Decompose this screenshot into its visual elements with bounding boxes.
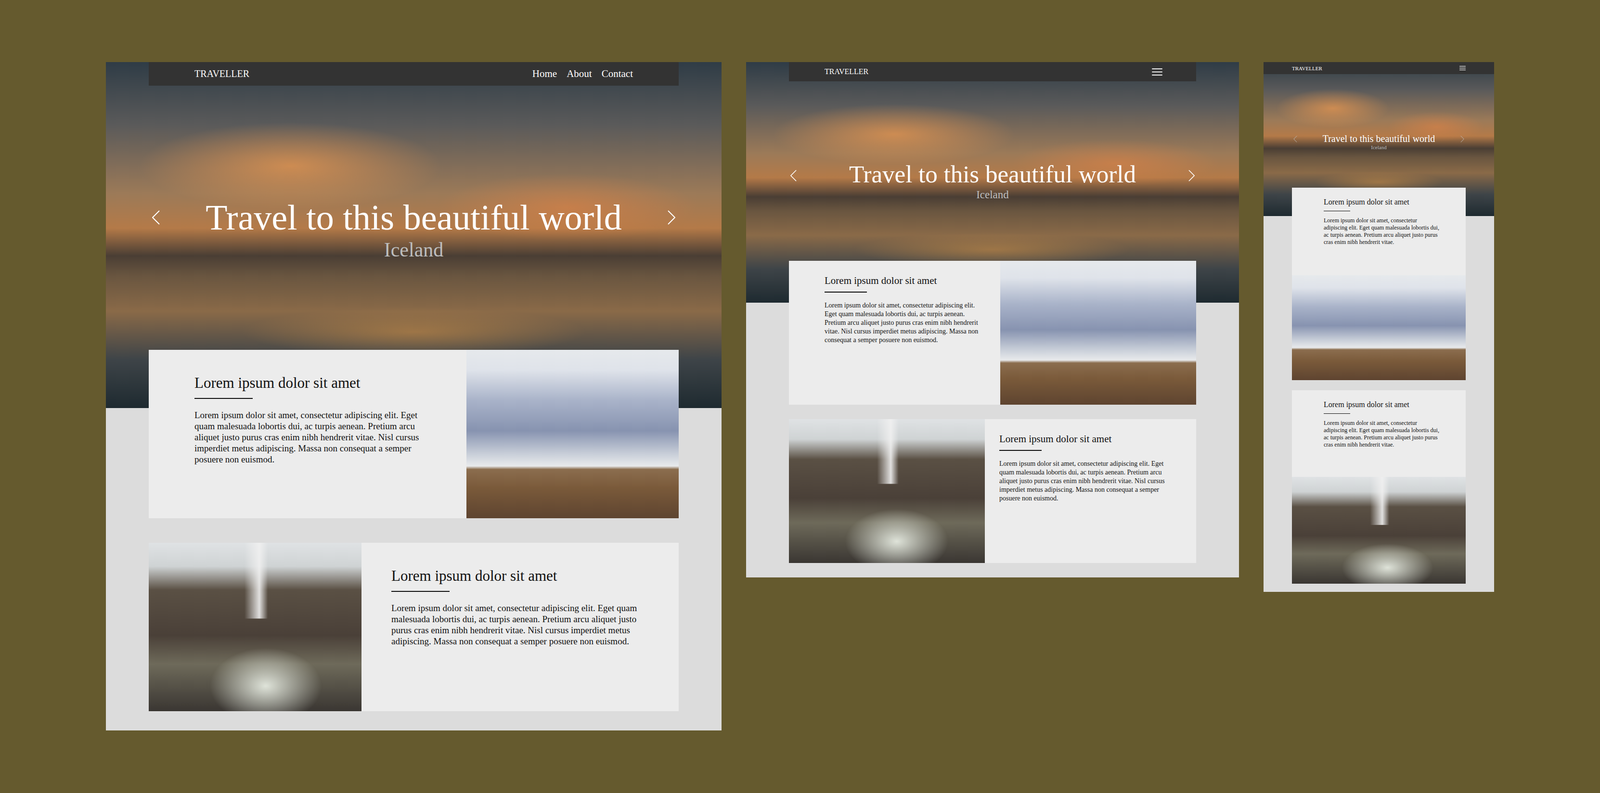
hamburger-menu-icon[interactable] [1151, 68, 1163, 76]
chevron-right-icon[interactable] [1188, 169, 1195, 182]
card-body: Lorem ipsum dolor sit amet, consectetur … [824, 301, 983, 345]
title-underline [999, 450, 1042, 452]
hero-slider: Travel to this beautiful worldIceland [105, 85, 722, 261]
card-text: Lorem ipsum dolor sit amet Lorem ipsum do… [1291, 390, 1466, 478]
card-body: Lorem ipsum dolor sit amet, consectetur … [999, 459, 1179, 504]
mountain-photo [1000, 260, 1197, 405]
title-underline [391, 591, 450, 593]
article-card: Lorem ipsum dolor sit amet Lorem ipsum do… [1291, 390, 1466, 584]
mockup-canvas: TRAVELLER Home About Contact Travel to this … [0, 0, 1600, 793]
logo[interactable]: TRAVELLER [824, 67, 869, 77]
card-title: Lorem ipsum dolor sit amet [194, 374, 438, 393]
content: Lorem ipsum dolor sit amet Lorem ipsum do… [148, 349, 679, 731]
nav-link[interactable]: About [566, 67, 593, 80]
hero-text: Travel to this beautiful worldIceland [796, 160, 1189, 202]
waterfall-photo [1291, 477, 1466, 584]
hero-text: Travel to this beautiful worldIceland [1297, 133, 1461, 151]
hero-subtitle: Iceland [384, 238, 444, 261]
article-card: Lorem ipsum dolor sit amet Lorem ipsum do… [1291, 187, 1466, 381]
title-underline [824, 291, 867, 293]
card-text: Lorem ipsum dolor sit amet Lorem ipsum do… [788, 260, 1001, 405]
nav-link[interactable]: Home [532, 67, 557, 80]
hero-text: Travel to this beautiful worldIceland [159, 196, 668, 261]
card-text: Lorem ipsum dolor sit amet Lorem ipsum do… [148, 349, 467, 519]
hero-title: Travel to this beautiful world [205, 196, 622, 239]
nav-links: Home About Contact [532, 67, 633, 80]
article-card: Lorem ipsum dolor sit amet Lorem ipsum do… [148, 542, 679, 712]
chevron-left-icon[interactable] [152, 210, 160, 225]
hero-slider: Travel to this beautiful worldIceland [746, 81, 1239, 202]
logo[interactable]: TRAVELLER [194, 68, 250, 80]
title-underline [1323, 413, 1351, 414]
page-frame: TRAVELLER Travel to this beautiful worldI… [1263, 62, 1495, 593]
article-card: Lorem ipsum dolor sit amet Lorem ipsum do… [148, 349, 679, 519]
nav-bar: TRAVELLER Home About Contact [148, 62, 679, 86]
page-frame: TRAVELLER Home About Contact Travel to this … [105, 62, 722, 731]
hero-slider: Travel to this beautiful worldIceland [1263, 74, 1495, 151]
card-text: Lorem ipsum dolor sit amet Lorem ipsum do… [984, 419, 1197, 564]
card-title: Lorem ipsum dolor sit amet [1323, 197, 1442, 207]
card-text: Lorem ipsum dolor sit amet Lorem ipsum do… [361, 542, 679, 712]
content: Lorem ipsum dolor sit amet Lorem ipsum do… [1291, 187, 1466, 593]
page-frame: TRAVELLER Travel to this beautiful worldI… [746, 62, 1239, 578]
card-body: Lorem ipsum dolor sit amet, consectetur … [194, 409, 438, 465]
waterfall-photo [788, 419, 985, 564]
title-underline [1323, 210, 1351, 212]
mountain-photo [1291, 275, 1466, 381]
hero-subtitle: Iceland [1370, 144, 1387, 151]
chevron-right-icon[interactable] [667, 210, 676, 225]
card-title: Lorem ipsum dolor sit amet [824, 274, 983, 287]
content: Lorem ipsum dolor sit amet Lorem ipsum do… [788, 260, 1197, 578]
mountain-photo [466, 349, 679, 519]
article-card: Lorem ipsum dolor sit amet Lorem ipsum do… [788, 260, 1197, 405]
card-body: Lorem ipsum dolor sit amet, consectetur … [1323, 217, 1442, 246]
waterfall-photo [148, 542, 362, 712]
title-underline [194, 398, 253, 400]
nav-bar: TRAVELLER [788, 62, 1197, 82]
card-text: Lorem ipsum dolor sit amet Lorem ipsum do… [1291, 187, 1466, 276]
logo[interactable]: TRAVELLER [1291, 65, 1323, 72]
nav-bar: TRAVELLER [1263, 62, 1495, 75]
chevron-left-icon[interactable] [1293, 135, 1298, 143]
card-title: Lorem ipsum dolor sit amet [999, 432, 1179, 446]
article-card: Lorem ipsum dolor sit amet Lorem ipsum do… [788, 419, 1197, 564]
nav-link[interactable]: Contact [601, 67, 633, 80]
chevron-left-icon[interactable] [790, 169, 797, 182]
card-body: Lorem ipsum dolor sit amet, consectetur … [1323, 419, 1442, 449]
chevron-right-icon[interactable] [1460, 135, 1465, 143]
hero-title: Travel to this beautiful world [849, 160, 1136, 189]
card-title: Lorem ipsum dolor sit amet [391, 567, 650, 586]
card-title: Lorem ipsum dolor sit amet [1323, 400, 1442, 410]
hero-title: Travel to this beautiful world [1322, 133, 1436, 145]
card-body: Lorem ipsum dolor sit amet, consectetur … [391, 602, 650, 647]
hamburger-menu-icon[interactable] [1459, 65, 1466, 71]
hero-subtitle: Iceland [976, 188, 1009, 202]
